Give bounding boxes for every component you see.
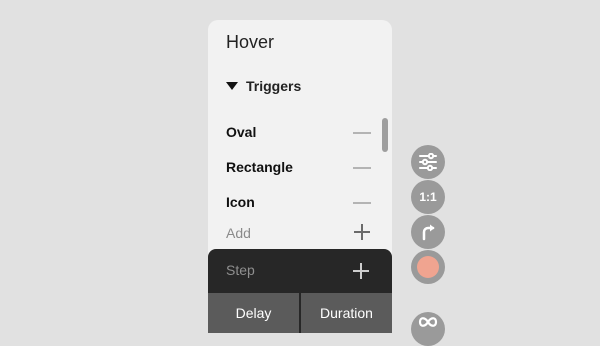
color-button[interactable] <box>411 250 445 284</box>
loop-button[interactable] <box>411 312 445 346</box>
trigger-label: Oval <box>226 124 257 140</box>
triggers-section-header[interactable]: Triggers <box>226 78 301 94</box>
color-swatch-icon <box>417 256 439 278</box>
add-label: Add <box>226 225 251 241</box>
add-trigger-row[interactable]: Add <box>208 220 392 250</box>
trigger-label: Icon <box>226 194 255 210</box>
add-step-icon[interactable] <box>353 263 369 279</box>
section-label: Triggers <box>246 78 302 94</box>
aspect-ratio-button[interactable]: 1:1 <box>411 180 445 214</box>
timing-tabs: Delay Duration <box>208 293 392 333</box>
trigger-row-rectangle[interactable]: Rectangle <box>208 153 392 183</box>
rotate-button[interactable] <box>411 215 445 249</box>
tab-duration[interactable]: Duration <box>299 293 392 333</box>
step-bar: Step <box>208 249 392 293</box>
rotate-icon <box>422 224 435 241</box>
trigger-row-oval[interactable]: Oval <box>208 118 392 148</box>
caret-down-icon[interactable] <box>226 82 238 90</box>
scrollbar-thumb[interactable] <box>382 118 388 152</box>
aspect-ratio-icon: 1:1 <box>419 190 437 204</box>
trigger-label: Rectangle <box>226 159 293 175</box>
settings-button[interactable] <box>411 145 445 179</box>
infinity-icon <box>418 317 438 327</box>
sliders-icon <box>419 153 437 171</box>
panel-title: Hover <box>226 32 275 52</box>
remove-icon[interactable] <box>353 167 371 169</box>
add-icon[interactable] <box>354 224 370 240</box>
remove-icon[interactable] <box>353 202 371 204</box>
remove-icon[interactable] <box>353 132 371 134</box>
step-label: Step <box>226 262 255 278</box>
trigger-row-icon[interactable]: Icon <box>208 188 392 218</box>
tab-delay[interactable]: Delay <box>208 293 299 333</box>
